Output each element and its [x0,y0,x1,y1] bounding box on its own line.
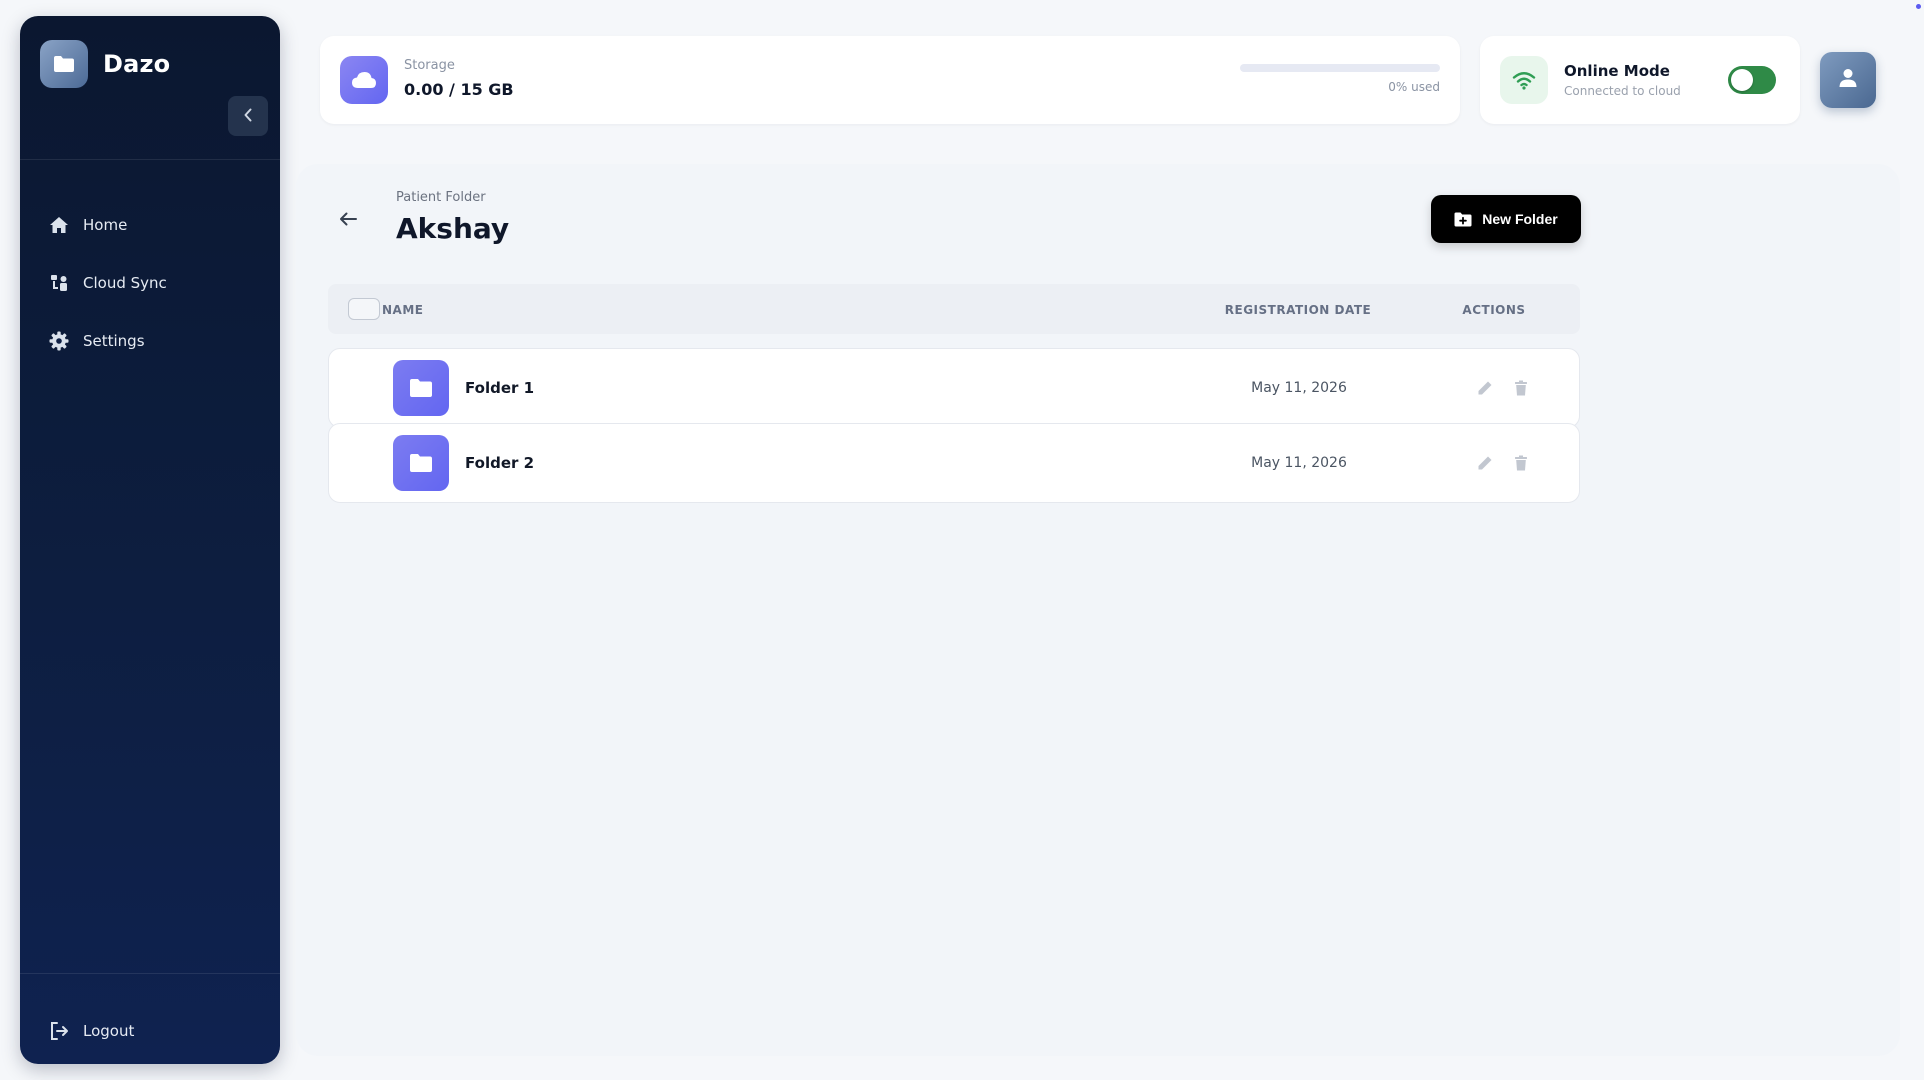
toggle-knob [1731,69,1753,91]
storage-card: Storage 0.00 / 15 GB 0% used [320,36,1460,124]
folder-logo-icon [40,40,88,88]
brand: Dazo [40,40,170,88]
edit-icon[interactable] [1474,377,1496,399]
sidebar-item-settings[interactable]: Settings [48,330,145,352]
storage-used-text: 0% used [1388,80,1440,94]
sidebar-divider [20,159,280,160]
user-icon [1837,67,1859,93]
connection-subtitle: Connected to cloud [1564,84,1681,98]
sidebar-divider [20,973,280,974]
edit-icon[interactable] [1474,452,1496,474]
back-button[interactable] [336,208,360,232]
trash-icon[interactable] [1510,377,1532,399]
registration-date: May 11, 2026 [1251,455,1347,471]
select-all-checkbox[interactable] [348,298,380,320]
column-header-name: NAME [382,303,424,317]
logout-label: Logout [83,1022,135,1040]
storage-progress-bar [1240,64,1440,72]
main-panel: Patient Folder Akshay New Folder NAME RE… [296,164,1900,1056]
sidebar-item-cloud-sync[interactable]: Cloud Sync [48,272,167,294]
sidebar: Dazo Home Cloud Sync Settings Logout [20,16,280,1064]
status-dot [1916,4,1921,9]
column-header-actions: ACTIONS [1462,303,1526,317]
table-row[interactable]: Folder 1 May 11, 2026 [328,348,1580,428]
gear-icon [48,330,70,352]
connection-title: Online Mode [1564,62,1670,80]
app-name: Dazo [103,50,171,78]
table-header: NAME REGISTRATION DATE ACTIONS [328,284,1580,334]
arrow-left-icon [339,211,357,230]
collapse-sidebar-button[interactable] [228,96,268,136]
sidebar-item-label: Cloud Sync [83,274,167,292]
connection-card: Online Mode Connected to cloud [1480,36,1800,124]
wifi-icon [1500,56,1548,104]
sidebar-item-label: Home [83,216,128,234]
logout-button[interactable]: Logout [48,1020,134,1042]
chevron-left-icon [243,107,253,126]
sidebar-item-home[interactable]: Home [48,214,127,236]
folder-name: Folder 1 [465,379,535,397]
registration-date: May 11, 2026 [1251,380,1347,396]
home-icon [48,214,70,236]
online-mode-toggle[interactable] [1728,66,1776,94]
folder-icon [393,435,449,491]
new-folder-button[interactable]: New Folder [1431,195,1581,243]
folder-name: Folder 2 [465,454,535,472]
folder-icon [393,360,449,416]
cloud-icon [340,56,388,104]
trash-icon[interactable] [1510,452,1532,474]
storage-label: Storage [404,58,455,73]
page-title: Akshay [396,212,510,245]
sidebar-item-label: Settings [83,332,145,350]
new-folder-label: New Folder [1482,211,1558,227]
storage-value: 0.00 / 15 GB [404,80,514,99]
column-header-registration-date: REGISTRATION DATE [1224,303,1372,317]
cloud-sync-icon [48,272,70,294]
user-avatar-button[interactable] [1820,52,1876,108]
logout-icon [48,1020,70,1042]
table-row[interactable]: Folder 2 May 11, 2026 [328,423,1580,503]
breadcrumb: Patient Folder [396,190,486,205]
folder-plus-icon [1454,212,1472,227]
